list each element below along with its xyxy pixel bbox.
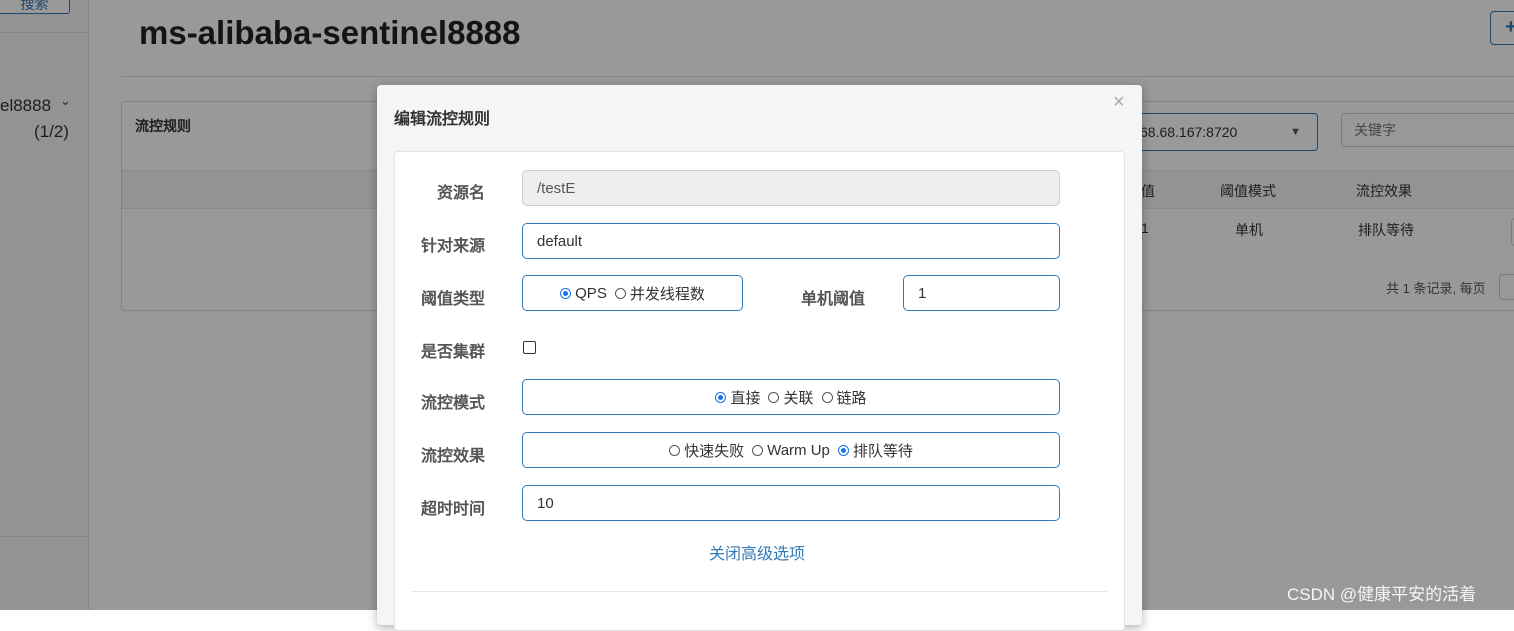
cluster-checkbox[interactable] xyxy=(523,341,536,354)
radio-checked-icon[interactable] xyxy=(715,391,727,403)
strategy-option-chain[interactable]: 链路 xyxy=(821,387,867,408)
strategy-option-label: 关联 xyxy=(783,389,814,407)
radio-unchecked-icon[interactable] xyxy=(752,444,764,456)
grade-radio-group: QPS 并发线程数 xyxy=(522,275,743,311)
behavior-option-label: 排队等待 xyxy=(852,442,913,460)
radio-unchecked-icon[interactable] xyxy=(669,444,681,456)
dialog-body-divider xyxy=(412,591,1107,592)
grade-option-qps[interactable]: QPS xyxy=(560,285,607,302)
strategy-option-relate[interactable]: 关联 xyxy=(768,387,814,408)
watermark: CSDN @健康平安的活着 xyxy=(1287,585,1477,604)
grade-option-label: QPS xyxy=(575,284,607,302)
count-label: 单机阈值 xyxy=(801,291,866,308)
dialog-body: 资源名 针对来源 阈值类型 QPS 并发线程数 单机阈值 是否集群 流控模式 xyxy=(394,151,1125,631)
radio-unchecked-icon[interactable] xyxy=(821,391,833,403)
control-behavior-radio-group: 快速失败 Warm Up 排队等待 xyxy=(522,432,1060,468)
limit-app-field[interactable] xyxy=(522,223,1060,259)
grade-option-label: 并发线程数 xyxy=(629,285,705,303)
behavior-option-label: Warm Up xyxy=(767,441,830,459)
radio-checked-icon[interactable] xyxy=(837,444,849,456)
strategy-option-label: 链路 xyxy=(836,389,867,407)
close-icon[interactable]: × xyxy=(1113,92,1125,112)
timeout-label: 超时时间 xyxy=(421,501,486,518)
edit-flow-rule-dialog: 编辑流控规则 × 资源名 针对来源 阈值类型 QPS 并发线程数 单机阈值 是否… xyxy=(377,85,1142,631)
limit-app-label: 针对来源 xyxy=(421,238,486,255)
resource-label: 资源名 xyxy=(437,185,486,202)
count-field[interactable] xyxy=(903,275,1060,311)
grade-label: 阈值类型 xyxy=(421,291,486,308)
toggle-advanced-options-link[interactable]: 关闭高级选项 xyxy=(709,540,805,564)
dialog-title: 编辑流控规则 xyxy=(394,111,491,128)
strategy-option-direct[interactable]: 直接 xyxy=(715,387,760,408)
behavior-option-queue[interactable]: 排队等待 xyxy=(837,440,913,461)
resource-name-field[interactable] xyxy=(522,170,1060,206)
behavior-option-warm-up[interactable]: Warm Up xyxy=(752,442,830,459)
strategy-radio-group: 直接 关联 链路 xyxy=(522,379,1060,415)
behavior-option-label: 快速失败 xyxy=(684,442,745,460)
radio-checked-icon[interactable] xyxy=(560,287,572,299)
strategy-option-label: 直接 xyxy=(730,389,761,407)
grade-option-threads[interactable]: 并发线程数 xyxy=(614,283,705,304)
behavior-option-fast-fail[interactable]: 快速失败 xyxy=(669,440,744,461)
timeout-field[interactable] xyxy=(522,485,1060,521)
radio-unchecked-icon[interactable] xyxy=(768,391,780,403)
cluster-label: 是否集群 xyxy=(421,344,486,361)
strategy-label: 流控模式 xyxy=(421,395,486,412)
control-behavior-label: 流控效果 xyxy=(421,448,486,465)
radio-unchecked-icon[interactable] xyxy=(614,287,626,299)
